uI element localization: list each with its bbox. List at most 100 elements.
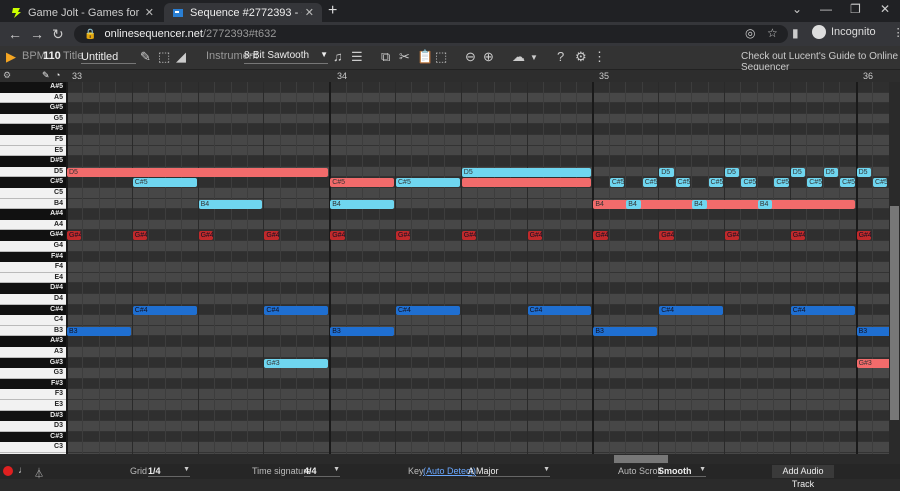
note[interactable]: D5 bbox=[823, 167, 839, 177]
instrument-select[interactable]: 8-Bit Sawtooth ▼ bbox=[244, 50, 328, 64]
piano-key[interactable]: D4 bbox=[0, 294, 66, 305]
note[interactable]: C#5 bbox=[675, 178, 691, 188]
title-input[interactable] bbox=[81, 50, 136, 64]
eye-off-icon[interactable]: ◎ bbox=[745, 26, 755, 40]
note[interactable]: B4 bbox=[757, 199, 773, 209]
incognito-badge[interactable]: Incognito ⋮ bbox=[812, 25, 900, 39]
close-icon[interactable]: ✕ bbox=[145, 6, 154, 19]
back-icon[interactable]: ← bbox=[8, 26, 22, 42]
piano-key[interactable]: F5 bbox=[0, 135, 66, 146]
piano-key[interactable]: C#5 bbox=[0, 177, 66, 188]
tab-sequence[interactable]: Sequence #2772393 - Online Seq ✕ bbox=[164, 3, 322, 22]
note[interactable]: B4 bbox=[692, 199, 707, 209]
vertical-scroll-thumb[interactable] bbox=[890, 206, 899, 420]
note[interactable]: G#4 bbox=[856, 231, 872, 241]
kebab-menu-icon[interactable]: ⋮ bbox=[893, 26, 900, 39]
note[interactable]: G#4 bbox=[396, 231, 411, 241]
piano-key[interactable]: A#4 bbox=[0, 209, 66, 220]
close-window-icon[interactable]: ✕ bbox=[880, 2, 890, 16]
note[interactable]: G#4 bbox=[67, 231, 82, 241]
chevron-down-icon[interactable]: ▼ bbox=[530, 53, 538, 62]
note[interactable] bbox=[461, 178, 592, 188]
note[interactable]: G#4 bbox=[264, 231, 279, 241]
note[interactable]: G#4 bbox=[725, 231, 740, 241]
piano-key[interactable]: G#5 bbox=[0, 103, 66, 114]
note[interactable]: C#5 bbox=[840, 178, 855, 188]
midi-icon[interactable]: ⏃ bbox=[34, 465, 44, 480]
note[interactable]: B3 bbox=[330, 326, 394, 336]
pencil-icon[interactable]: ✎ bbox=[42, 70, 50, 81]
reload-icon[interactable]: ↻ bbox=[52, 26, 64, 43]
piano-key[interactable]: E5 bbox=[0, 145, 66, 157]
autoscroll-select[interactable]: Smooth ▼ bbox=[658, 466, 706, 477]
piano-key[interactable]: C#3 bbox=[0, 431, 66, 443]
note[interactable]: C#5 bbox=[642, 178, 658, 188]
select-icon[interactable]: ⬚ bbox=[158, 49, 170, 65]
piano-key[interactable]: C#4 bbox=[0, 304, 66, 316]
piano-key[interactable]: C3 bbox=[0, 442, 66, 453]
piano-key[interactable]: E4 bbox=[0, 272, 66, 284]
piano-key[interactable]: G#4 bbox=[0, 230, 66, 241]
metronome-icon[interactable]: ♩ bbox=[18, 465, 28, 476]
piano-key[interactable]: F3 bbox=[0, 389, 66, 400]
piano-key[interactable]: C4 bbox=[0, 315, 66, 326]
bpm-value[interactable]: 110 bbox=[43, 50, 61, 62]
piano-key[interactable]: A3 bbox=[0, 347, 66, 358]
edit-icon[interactable]: ✎ bbox=[140, 49, 151, 65]
note[interactable]: C#4 bbox=[396, 305, 460, 315]
record-icon[interactable] bbox=[3, 466, 13, 476]
note[interactable]: C#4 bbox=[790, 305, 855, 315]
note[interactable]: C#5 bbox=[774, 178, 789, 188]
key-select[interactable]: A Major ▼ bbox=[468, 466, 550, 477]
piano-key[interactable]: A#5 bbox=[0, 82, 66, 93]
note[interactable]: G#4 bbox=[461, 231, 477, 241]
piano-key[interactable]: C5 bbox=[0, 188, 66, 199]
note[interactable]: C#4 bbox=[659, 305, 723, 315]
note[interactable]: C#5 bbox=[330, 178, 394, 188]
note[interactable]: B4 bbox=[198, 199, 263, 209]
cloud-upload-icon[interactable]: ☁ bbox=[512, 49, 525, 65]
eraser-icon[interactable]: ◢ bbox=[176, 49, 186, 65]
piano-key[interactable]: D3 bbox=[0, 421, 66, 432]
note[interactable]: C#5 bbox=[873, 178, 888, 188]
select-all-icon[interactable]: ⬚ bbox=[435, 49, 447, 65]
note[interactable]: C#5 bbox=[609, 178, 625, 188]
note[interactable]: C#5 bbox=[741, 178, 756, 188]
gauge-icon[interactable]: ◔ bbox=[55, 70, 60, 80]
piano-key[interactable]: F#5 bbox=[0, 124, 66, 135]
note[interactable]: C#4 bbox=[264, 305, 329, 315]
piano-key[interactable]: A4 bbox=[0, 219, 66, 231]
note[interactable]: C#5 bbox=[132, 178, 197, 188]
chevron-down-icon[interactable]: ⌄ bbox=[792, 2, 802, 16]
piano-key[interactable]: D#4 bbox=[0, 283, 66, 294]
add-audio-track-button[interactable]: Add Audio Track bbox=[772, 465, 834, 489]
note[interactable]: D5 bbox=[461, 167, 592, 177]
piano-key[interactable]: G3 bbox=[0, 368, 66, 379]
piano-key[interactable]: G#3 bbox=[0, 357, 66, 369]
sliders-icon[interactable]: ☰ bbox=[351, 49, 363, 65]
paste-icon[interactable]: 📋 bbox=[417, 49, 433, 65]
zoom-out-icon[interactable]: ⊖ bbox=[465, 49, 476, 65]
note[interactable]: G#4 bbox=[132, 231, 148, 241]
forward-icon[interactable]: → bbox=[30, 26, 44, 42]
note[interactable]: B3 bbox=[856, 326, 889, 336]
piano-key[interactable]: F#3 bbox=[0, 378, 66, 390]
note[interactable]: B3 bbox=[67, 326, 131, 336]
piano-key[interactable]: F#4 bbox=[0, 251, 66, 263]
note[interactable]: G#4 bbox=[527, 231, 543, 241]
note[interactable]: B3 bbox=[593, 326, 658, 336]
star-icon[interactable]: ☆ bbox=[767, 26, 778, 40]
gear-icon[interactable]: ⚙ bbox=[3, 70, 11, 81]
close-icon[interactable]: ✕ bbox=[305, 6, 314, 19]
note[interactable]: C#5 bbox=[807, 178, 822, 188]
minimize-icon[interactable]: — bbox=[820, 2, 832, 16]
horizontal-scrollbar[interactable] bbox=[0, 454, 900, 464]
note[interactable]: G#3 bbox=[856, 358, 889, 368]
copy-icon[interactable]: ⧉ bbox=[381, 49, 390, 65]
note[interactable]: D5 bbox=[725, 167, 740, 177]
timeline-ruler[interactable]: 33 34 35 36 bbox=[66, 70, 900, 82]
help-icon[interactable]: ? bbox=[557, 49, 564, 64]
note[interactable]: G#4 bbox=[593, 231, 608, 241]
maximize-icon[interactable]: ❐ bbox=[850, 2, 861, 16]
cut-icon[interactable]: ✂ bbox=[399, 49, 410, 65]
